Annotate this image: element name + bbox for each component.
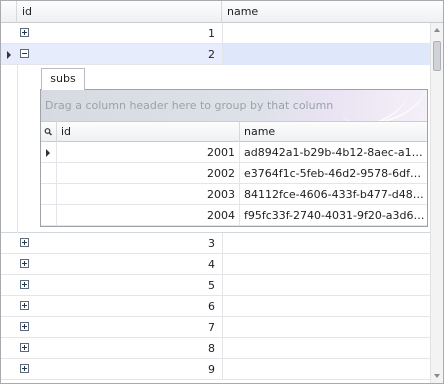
plus-box-icon[interactable] — [20, 343, 29, 352]
detail-cell-name[interactable]: ad8942a1-b29b-4b12-8aec-a123... — [240, 142, 427, 163]
table-row[interactable]: 1 — [1, 23, 443, 44]
row-indicator — [1, 317, 17, 338]
detail-cell-name[interactable]: e3764f1c-5feb-46d2-9578-6df00... — [240, 163, 427, 184]
table-row[interactable]: 5 — [1, 275, 443, 296]
row-indicator — [1, 233, 17, 254]
cell-id[interactable]: 2 — [35, 44, 219, 65]
cell-id[interactable]: 3 — [35, 233, 219, 254]
detail-cell-id[interactable]: 2003 — [57, 184, 240, 205]
cell-id[interactable]: 6 — [35, 296, 219, 317]
scroll-up-button[interactable] — [431, 23, 443, 37]
header-indicator-cell — [1, 1, 17, 23]
cell-id[interactable]: 1 — [35, 23, 219, 44]
table-row[interactable]: 6 — [1, 296, 443, 317]
detail-cell-name[interactable]: 84112fce-4606-433f-b477-d4897... — [240, 184, 427, 205]
detail-cell-name[interactable]: f95fc33f-2740-4031-9f20-a3d65... — [240, 205, 427, 226]
plus-box-icon[interactable] — [20, 259, 29, 268]
table-row[interactable]: 3 — [1, 233, 443, 254]
search-filter-icon[interactable] — [41, 122, 57, 142]
group-panel-hint: Drag a column header here to group by th… — [45, 99, 334, 112]
plus-box-icon[interactable] — [20, 280, 29, 289]
detail-row[interactable]: 2004 f95fc33f-2740-4031-9f20-a3d65... — [41, 205, 427, 226]
column-header-name[interactable]: name — [222, 1, 443, 23]
table-row[interactable]: 9 — [1, 359, 443, 380]
table-row-focused[interactable]: 2 — [1, 44, 443, 65]
row-indicator — [1, 359, 17, 380]
plus-box-icon[interactable] — [20, 364, 29, 373]
detail-cell-id[interactable]: 2004 — [57, 205, 240, 226]
plus-box-icon[interactable] — [20, 28, 29, 37]
row-indicator-arrow-icon — [46, 149, 50, 157]
detail-cell-id[interactable]: 2001 — [57, 142, 240, 163]
row-indicator — [41, 184, 57, 205]
cell-id[interactable]: 8 — [35, 338, 219, 359]
detail-row[interactable]: 2003 84112fce-4606-433f-b477-d4897... — [41, 184, 427, 205]
table-row[interactable]: 8 — [1, 338, 443, 359]
row-indicator — [41, 205, 57, 226]
tab-subs[interactable]: subs — [41, 68, 85, 90]
cell-id[interactable]: 5 — [35, 275, 219, 296]
plus-box-icon[interactable] — [20, 238, 29, 247]
row-indicator — [1, 275, 17, 296]
detail-row[interactable]: 2002 e3764f1c-5feb-46d2-9578-6df00... — [41, 163, 427, 184]
cell-id[interactable]: 9 — [35, 359, 219, 380]
row-indicator — [41, 142, 57, 163]
scroll-down-button[interactable] — [431, 369, 443, 383]
row-indicator — [41, 163, 57, 184]
plus-box-icon[interactable] — [20, 301, 29, 310]
grid-header: id name — [1, 1, 443, 23]
scrollbar-thumb[interactable] — [433, 41, 441, 71]
detail-header: id name — [41, 122, 427, 142]
detail-column-header-id[interactable]: id — [57, 122, 240, 142]
row-indicator-arrow-icon — [7, 51, 11, 59]
group-panel[interactable]: Drag a column header here to group by th… — [41, 90, 427, 122]
arrow-down-icon — [434, 374, 440, 378]
row-indicator — [1, 296, 17, 317]
plus-box-icon[interactable] — [20, 322, 29, 331]
detail-grid: Drag a column header here to group by th… — [40, 89, 428, 227]
table-row[interactable]: 7 — [1, 317, 443, 338]
minus-box-icon[interactable] — [20, 49, 29, 58]
row-indicator — [1, 44, 17, 65]
arrow-up-icon — [434, 28, 440, 32]
row-indicator — [1, 338, 17, 359]
detail-row[interactable]: 2001 ad8942a1-b29b-4b12-8aec-a123... — [41, 142, 427, 163]
table-row[interactable]: 4 — [1, 254, 443, 275]
row-indicator — [1, 23, 17, 44]
detail-column-header-name[interactable]: name — [240, 122, 427, 142]
cell-id[interactable]: 7 — [35, 317, 219, 338]
detail-cell-id[interactable]: 2002 — [57, 163, 240, 184]
row-indicator — [1, 254, 17, 275]
vertical-scrollbar[interactable] — [430, 23, 443, 383]
cell-name[interactable] — [223, 44, 431, 65]
cell-id[interactable]: 4 — [35, 254, 219, 275]
column-header-id[interactable]: id — [17, 1, 222, 23]
master-grid: id name 1 2 subs Drag a column header he… — [0, 0, 444, 384]
